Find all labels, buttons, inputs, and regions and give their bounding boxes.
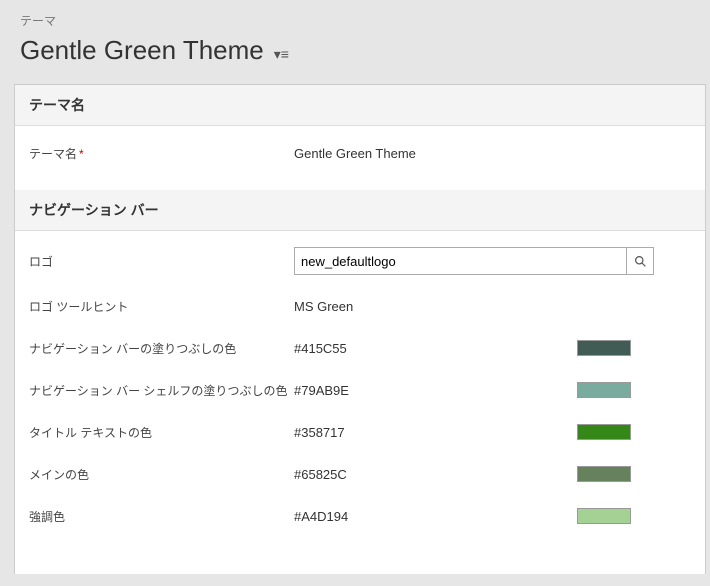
value-nav-shelf-fill[interactable]: #79AB9E	[294, 383, 569, 398]
swatch-nav-shelf-fill[interactable]	[577, 382, 631, 398]
value-main-color[interactable]: #65825C	[294, 467, 569, 482]
label-nav-shelf-fill: ナビゲーション バー シェルフの塗りつぶしの色	[29, 382, 294, 399]
label-main-color: メインの色	[29, 466, 294, 483]
breadcrumb[interactable]: テーマ	[20, 12, 690, 29]
value-theme-name[interactable]: Gentle Green Theme	[294, 146, 691, 161]
title-dropdown-icon[interactable]: ▾≡	[274, 46, 289, 63]
content-panel: テーマ名 テーマ名* Gentle Green Theme ナビゲーション バー…	[14, 84, 706, 574]
swatch-main-color[interactable]	[577, 466, 631, 482]
swatch-accent-color[interactable]	[577, 508, 631, 524]
logo-input[interactable]	[294, 247, 626, 275]
value-logo-tooltip[interactable]: MS Green	[294, 299, 691, 314]
required-indicator: *	[79, 147, 84, 161]
value-title-text-color[interactable]: #358717	[294, 425, 569, 440]
value-nav-fill[interactable]: #415C55	[294, 341, 569, 356]
label-logo-tooltip: ロゴ ツールヒント	[29, 298, 294, 315]
swatch-title-text-color[interactable]	[577, 424, 631, 440]
label-title-text-color: タイトル テキストの色	[29, 424, 294, 441]
search-icon	[634, 255, 647, 268]
lookup-button[interactable]	[626, 247, 654, 275]
label-nav-fill: ナビゲーション バーの塗りつぶしの色	[29, 340, 294, 357]
label-accent-color: 強調色	[29, 508, 294, 525]
section-header-theme-name: テーマ名	[15, 85, 705, 126]
label-logo: ロゴ	[29, 253, 294, 270]
value-accent-color[interactable]: #A4D194	[294, 509, 569, 524]
swatch-nav-fill[interactable]	[577, 340, 631, 356]
section-header-nav-bar: ナビゲーション バー	[15, 190, 705, 231]
page-title: Gentle Green Theme	[20, 35, 264, 66]
label-theme-name: テーマ名*	[29, 145, 294, 162]
